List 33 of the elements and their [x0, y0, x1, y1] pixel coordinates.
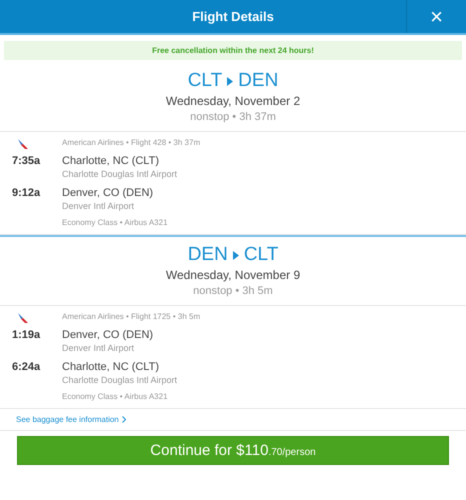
city-name: Denver, CO (DEN) — [62, 186, 154, 200]
city-name: Charlotte, NC (CLT) — [62, 154, 159, 168]
airline-logo-icon — [17, 138, 29, 150]
flight-date: Wednesday, November 2 — [166, 94, 300, 108]
arrow-icon — [227, 76, 234, 86]
destination-code: CLT — [244, 244, 278, 266]
arrival-time: 9:12a — [11, 186, 40, 201]
window-title: Flight Details — [191, 9, 275, 24]
city-name: Denver, CO (DEN) — [62, 328, 154, 342]
flight-summary: nonstop • 3h 5m — [193, 285, 273, 297]
airport-name: Charlotte Douglas Intl Airport — [62, 168, 178, 180]
airport-name: Charlotte Douglas Intl Airport — [62, 374, 178, 386]
city-name: Charlotte, NC (CLT) — [62, 360, 159, 374]
airline-logo-icon — [17, 312, 29, 324]
cancellation-notice: Free cancellation within the next 24 hours! — [4, 41, 462, 60]
chevron-icon — [122, 416, 126, 423]
airport-name: Denver Intl Airport — [62, 342, 134, 354]
continue-button[interactable]: Continue for $110.70/person — [17, 436, 449, 465]
departure-time: 1:19a — [11, 328, 40, 343]
flight-info: American Airlines • Flight 428 • 3h 37m — [62, 138, 200, 149]
flight-date: Wednesday, November 9 — [166, 268, 300, 282]
arrival-time: 6:24a — [11, 360, 40, 375]
origin-code: CLT — [188, 70, 222, 92]
arrow-icon — [232, 250, 239, 260]
destination-code: DEN — [238, 70, 278, 92]
baggage-fee-link[interactable]: See baggage fee information — [16, 415, 126, 424]
origin-code: DEN — [188, 244, 228, 266]
cabin-info: Economy Class • Airbus A321 — [62, 218, 168, 227]
flight-summary: nonstop • 3h 37m — [190, 111, 276, 123]
flight-info: American Airlines • Flight 1725 • 3h 5m — [62, 312, 200, 323]
airport-name: Denver Intl Airport — [62, 200, 134, 212]
departure-time: 7:35a — [11, 154, 40, 169]
cabin-info: Economy Class • Airbus A321 — [62, 392, 168, 401]
